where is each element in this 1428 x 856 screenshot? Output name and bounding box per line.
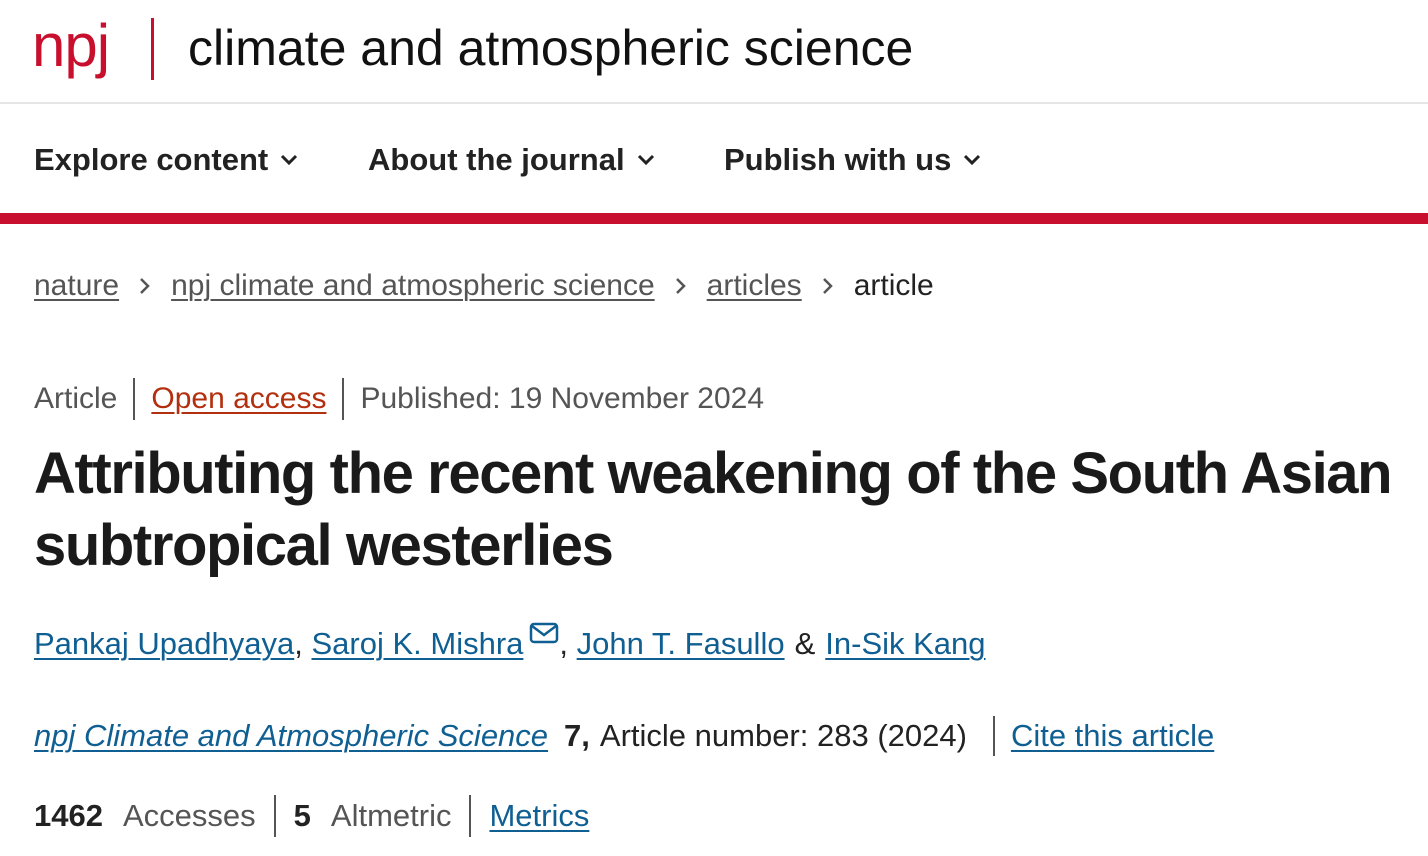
nav-publish-with-us[interactable]: Publish with us	[724, 140, 981, 180]
accesses-label: Accesses	[122, 798, 256, 833]
author-link[interactable]: John T. Fasullo	[577, 626, 785, 662]
chevron-right-icon	[822, 277, 834, 295]
nav-accent-bar	[0, 213, 1428, 224]
author-link[interactable]: Pankaj Upadhyaya	[34, 626, 294, 662]
article-title: Attributing the recent weakening of the …	[34, 441, 1393, 578]
nav-explore-content-label: Explore content	[34, 142, 269, 177]
author-link[interactable]: In-Sik Kang	[825, 626, 985, 662]
published-date: Published: 19 November 2024	[360, 382, 765, 415]
altmetric-count: 5	[293, 798, 311, 833]
altmetric-label: Altmetric	[330, 798, 452, 833]
author-list: Pankaj Upadhyaya, Saroj K. Mishra, John …	[34, 622, 986, 666]
nav-about-the-journal[interactable]: About the journal	[368, 140, 655, 180]
main-nav: Explore content About the journal Publis…	[0, 104, 1428, 216]
article-meta: Article Open access Published: 19 Novemb…	[34, 378, 764, 420]
breadcrumb: nature npj climate and atmospheric scien…	[34, 266, 934, 306]
chevron-down-icon	[964, 154, 981, 166]
volume-number: 7,	[564, 718, 590, 753]
breadcrumb-nature[interactable]: nature	[34, 269, 119, 303]
journal-title-logo[interactable]: climate and atmospheric science	[188, 10, 913, 86]
chevron-right-icon	[139, 277, 151, 295]
meta-divider	[133, 378, 136, 420]
chevron-down-icon	[637, 154, 654, 166]
author-separator: ,	[559, 626, 569, 661]
article-number: Article number: 283 (2024)	[599, 718, 967, 753]
site-header: npj climate and atmospheric science	[0, 0, 1428, 104]
meta-divider	[342, 378, 345, 420]
cite-this-article-link[interactable]: Cite this article	[1011, 718, 1214, 754]
npj-logo[interactable]: npj	[32, 6, 110, 86]
chevron-right-icon	[675, 277, 687, 295]
breadcrumb-articles[interactable]: articles	[707, 269, 802, 303]
open-access-link[interactable]: Open access	[151, 382, 326, 416]
mail-icon[interactable]	[529, 621, 559, 645]
logo-divider	[151, 18, 154, 80]
citation-line: npj Climate and Atmospheric Science 7, A…	[34, 714, 1214, 758]
author-joiner: &	[794, 626, 816, 661]
metrics-divider	[469, 795, 472, 837]
nav-publish-with-us-label: Publish with us	[724, 142, 952, 177]
breadcrumb-journal[interactable]: npj climate and atmospheric science	[171, 269, 655, 303]
nav-explore-content[interactable]: Explore content	[34, 140, 298, 180]
metrics-divider	[273, 795, 276, 837]
citation-divider	[992, 716, 995, 756]
breadcrumb-current: article	[853, 269, 934, 302]
metrics-bar: 1462 Accesses 5 Altmetric Metrics	[34, 794, 589, 838]
author-separator: ,	[294, 626, 303, 661]
journal-link[interactable]: npj Climate and Atmospheric Science	[34, 718, 548, 754]
nav-about-the-journal-label: About the journal	[368, 142, 625, 177]
article-type: Article	[34, 382, 118, 415]
chevron-down-icon	[281, 154, 298, 166]
accesses-count: 1462	[34, 798, 103, 833]
metrics-link[interactable]: Metrics	[489, 798, 589, 834]
author-link[interactable]: Saroj K. Mishra	[311, 626, 523, 662]
